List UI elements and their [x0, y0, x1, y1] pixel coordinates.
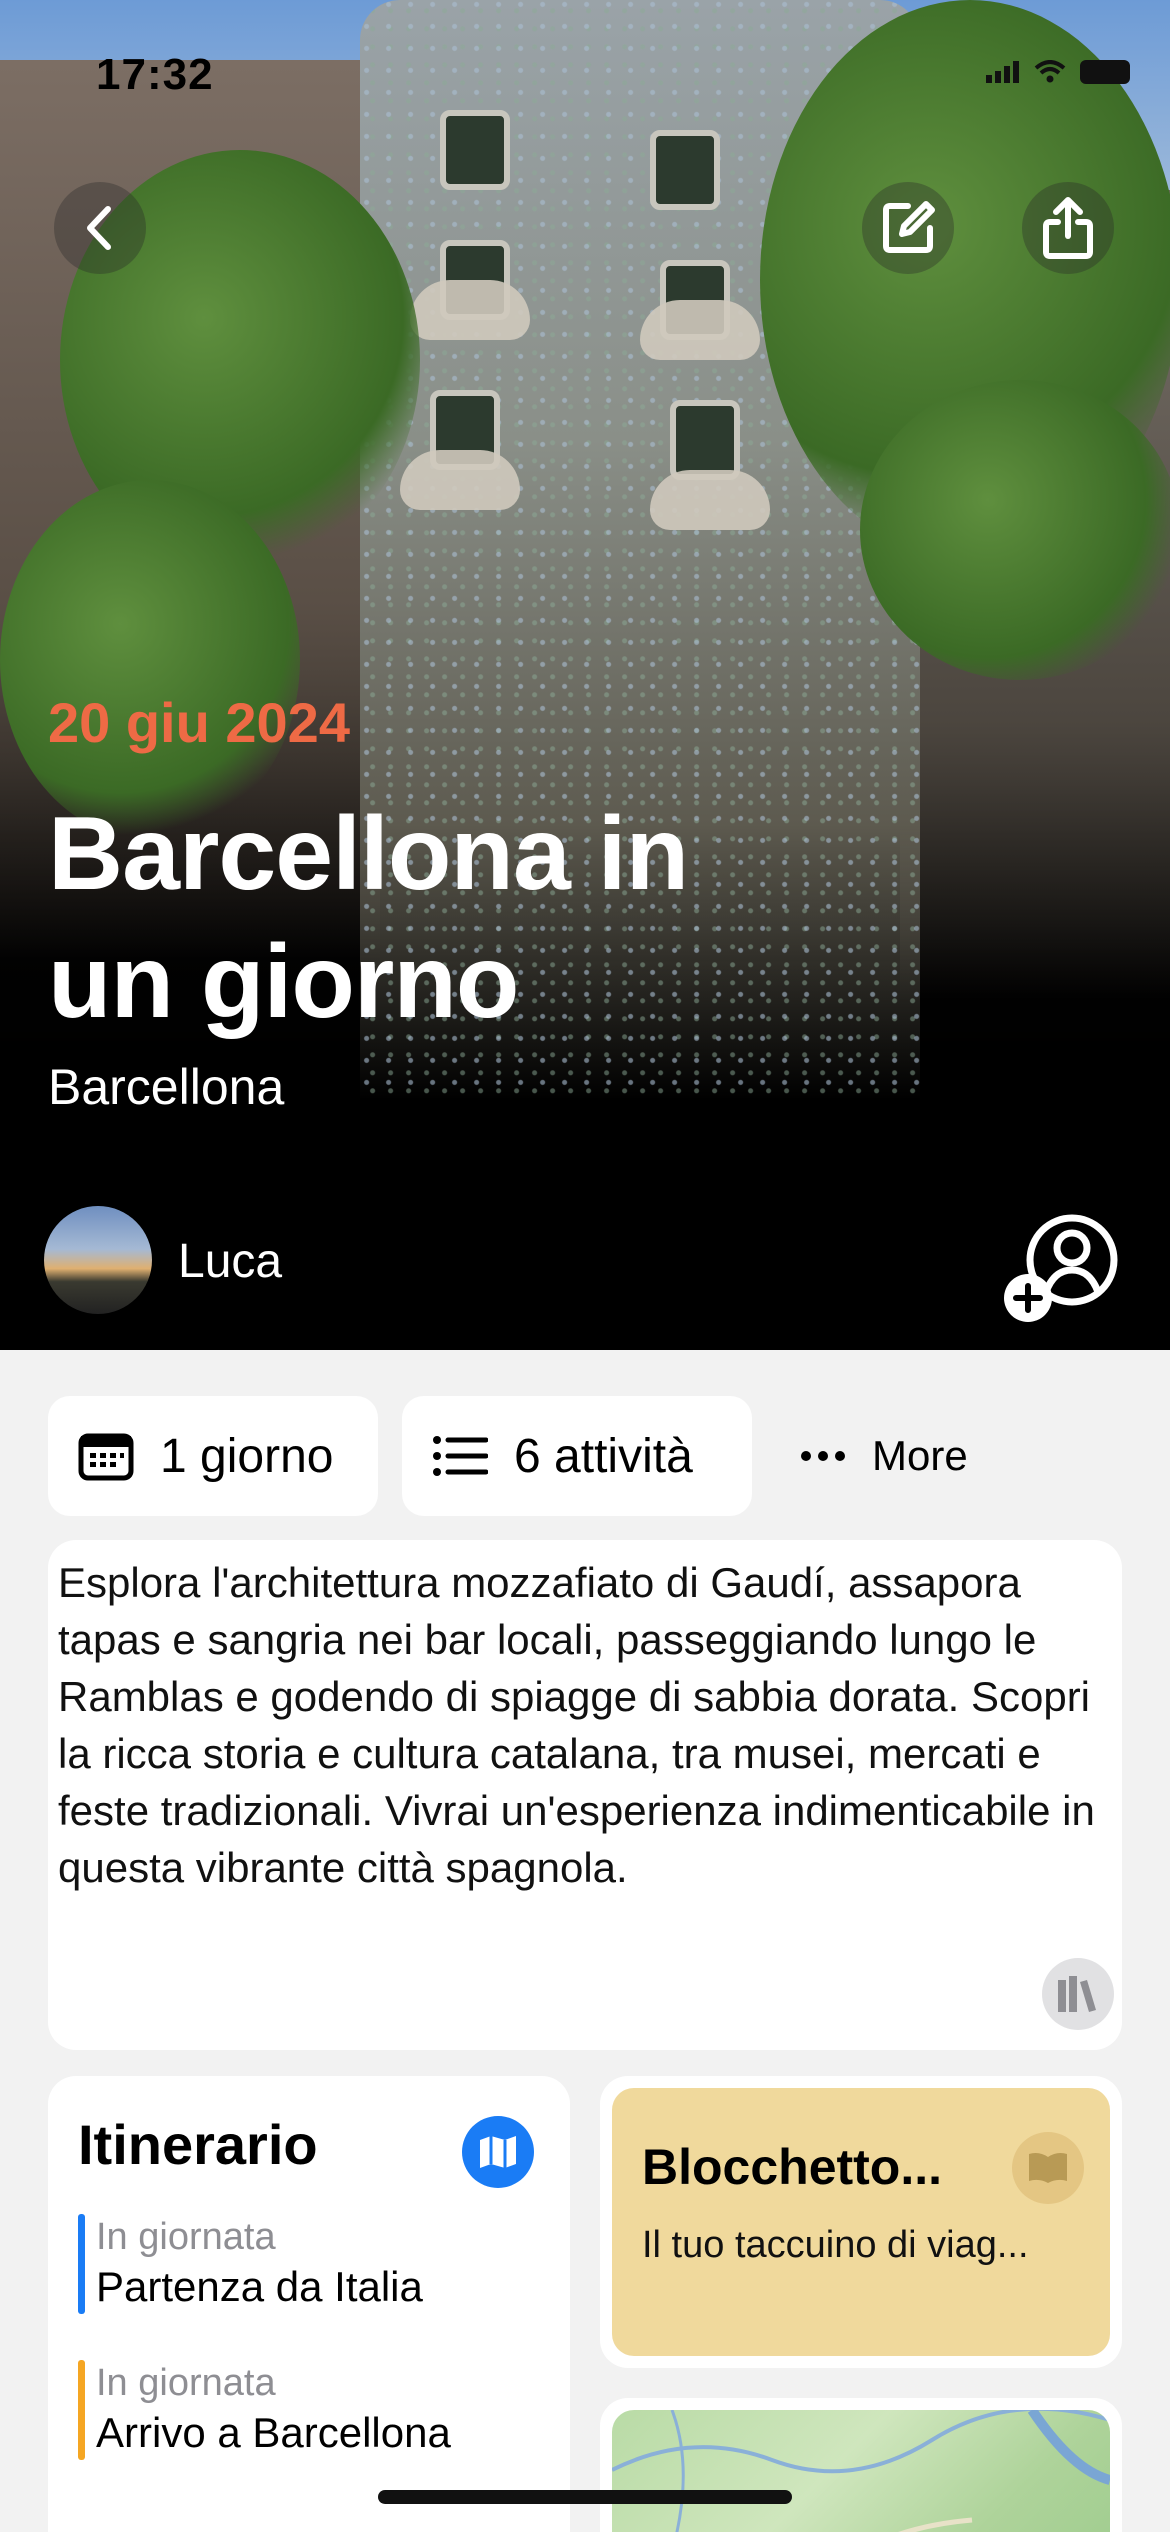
list-icon	[433, 1436, 488, 1476]
books-icon	[1058, 1976, 1096, 2012]
notebook-card[interactable]: Blocchetto... Il tuo taccuino di viag...	[600, 2076, 1122, 2368]
status-icons	[986, 60, 1130, 84]
activities-chip[interactable]: 6 attività	[402, 1396, 752, 1516]
description-card: Esplora l'architettura mozzafiato di Gau…	[48, 1540, 1122, 2050]
back-button[interactable]	[54, 182, 146, 274]
itinerary-item[interactable]: In giornata Arrivo a Barcellona	[78, 2360, 451, 2460]
cover-balcony	[640, 300, 760, 360]
notebook-inner: Blocchetto... Il tuo taccuino di viag...	[612, 2088, 1110, 2356]
itinerary-card[interactable]: Itinerario In giornata Partenza da Itali…	[48, 2076, 570, 2532]
square-pencil-icon	[883, 201, 935, 253]
cover-balcony	[410, 280, 530, 340]
wifi-icon	[1034, 60, 1066, 84]
duration-label: 1 giorno	[160, 1429, 334, 1483]
cover-tree	[860, 380, 1170, 680]
cover-window	[440, 110, 510, 190]
ellipsis-icon	[801, 1451, 845, 1461]
cover-balcony	[400, 450, 520, 510]
signal-icon	[986, 61, 1020, 83]
library-button[interactable]	[1042, 1958, 1114, 2030]
notebook-subtitle: Il tuo taccuino di viag...	[642, 2224, 1029, 2266]
itinerary-item[interactable]: In giornata Partenza da Italia	[78, 2214, 423, 2314]
more-label: More	[872, 1432, 968, 1479]
battery-icon	[1080, 60, 1130, 84]
home-indicator[interactable]	[378, 2490, 792, 2504]
cover-window	[650, 130, 720, 210]
itinerary-item-bar	[78, 2214, 85, 2314]
trip-detail-screen: 17:32 20 giu 2024 Barcellona in un giorn…	[0, 0, 1170, 2532]
map-thumbnail	[612, 2410, 1110, 2532]
map-icon	[480, 2136, 516, 2168]
status-time: 17:32	[96, 50, 214, 99]
itinerary-item-what: Arrivo a Barcellona	[96, 2409, 451, 2456]
share-button[interactable]	[1022, 182, 1114, 274]
trip-title: Barcellona in un giorno	[48, 796, 689, 1040]
itinerary-item-bar	[78, 2360, 85, 2460]
activities-label: 6 attività	[514, 1429, 693, 1483]
itinerary-item-when: In giornata	[96, 2362, 276, 2404]
author-avatar[interactable]	[44, 1206, 152, 1314]
trip-city: Barcellona	[48, 1059, 285, 1115]
add-collaborator-icon[interactable]	[1002, 1208, 1120, 1326]
duration-chip[interactable]: 1 giorno	[48, 1396, 378, 1516]
cover-photo	[0, 0, 1170, 1350]
author-name[interactable]: Luca	[178, 1234, 282, 1289]
cover-balcony	[650, 470, 770, 530]
map-card[interactable]	[600, 2398, 1122, 2532]
itinerary-item-what: Partenza da Italia	[96, 2263, 423, 2310]
itinerary-item-when: In giornata	[96, 2216, 276, 2258]
more-button[interactable]: More	[800, 1396, 968, 1516]
book-icon	[1012, 2132, 1084, 2204]
map-button[interactable]	[462, 2116, 534, 2188]
itinerary-title: Itinerario	[78, 2113, 318, 2176]
share-icon	[1043, 197, 1093, 259]
chevron-left-icon	[87, 206, 111, 250]
trip-date: 20 giu 2024	[48, 691, 350, 754]
cover-window	[670, 400, 740, 480]
description-text: Esplora l'architettura mozzafiato di Gau…	[58, 1559, 1095, 1891]
edit-button[interactable]	[862, 182, 954, 274]
map-roads	[612, 2410, 1110, 2532]
notebook-title: Blocchetto...	[642, 2139, 943, 2195]
calendar-icon	[78, 1433, 134, 1481]
cover-tree	[0, 480, 300, 840]
